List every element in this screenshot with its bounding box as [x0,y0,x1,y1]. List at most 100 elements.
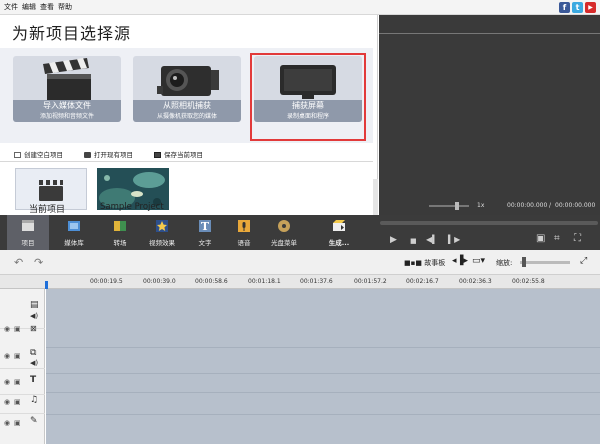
eye-icon[interactable]: ◉ [4,419,10,427]
tile-title: 导入媒体文件 [43,101,91,110]
facebook-icon[interactable]: f [559,2,570,13]
project-actions: 创建空白项目 打开现有项目 保存当前项目 [0,145,373,161]
tab-disc-menu[interactable]: 光盘菜单 [263,215,305,250]
speed-slider-handle[interactable] [455,202,459,210]
youtube-icon[interactable]: ▶ [585,2,596,13]
music-note-icon: ♫ [30,395,39,405]
tab-voice[interactable]: 语音 [223,215,265,250]
project-panel: 为新项目选择源 导入媒体文件 添加视频和音频文件 从照相机捕获 从摄像机获取您的… [0,15,378,231]
fit-timeline-icon[interactable]: ⤢ [580,256,587,266]
track-headers: ▤ ◀) ◉ ▣ ⊠ ◉ ▣ ⧉ ◀) ◉ ▣ T ◉ ▣ ♫ ◉ ▣ ✎ [0,289,45,444]
text-icon: T [199,220,211,233]
lock-icon[interactable]: ▣ [14,352,21,360]
timeline-toolbar: ↶ ↷ ■▪■ 故事板 ◂▐▸ ▭▾ 缩放: ⤢ [0,250,600,275]
eye-icon[interactable]: ◉ [4,325,10,333]
sample-project-label: Sample Project [100,202,164,212]
tile-subtitle: 从摄像机获取您的媒体 [156,113,217,120]
text-icon: T [30,375,37,385]
speed-value: 1x [477,202,485,209]
main-toolbar: 项目 媒体库 转场 视频效果 T 文字 语音 光盘菜单 生成... [0,215,378,250]
action-label: 创建空白项目 [24,151,63,159]
tab-label: 媒体库 [64,239,84,247]
ruler-tick: 00:02:16.7 [406,278,439,285]
page-title: 为新项目选择源 [12,24,132,43]
lock-icon[interactable]: ▣ [14,398,21,406]
tab-video-effects[interactable]: 视频效果 [141,215,183,250]
previous-frame-icon[interactable]: ◀▍ [426,235,438,245]
tab-transitions[interactable]: 转场 [99,215,141,250]
folder-icon [84,152,91,158]
lock-icon[interactable]: ▣ [14,419,21,427]
new-project-button[interactable]: 创建空白项目 [14,149,63,159]
current-project-label: 当前项目 [29,205,66,215]
playhead[interactable] [45,281,48,289]
preview-divider [379,33,600,34]
storyboard-label: 故事板 [424,259,446,267]
document-icon [14,152,21,158]
import-media-tile[interactable]: 导入媒体文件 添加视频和音频文件 [13,56,121,122]
svg-text:T: T [201,220,210,233]
ruler-tick: 00:00:19.5 [90,278,123,285]
menu-help[interactable]: 帮助 [58,2,72,12]
action-label: 打开现有项目 [94,151,133,159]
tab-media-library[interactable]: 媒体库 [53,215,95,250]
ruler-tick: 00:00:39.0 [143,278,176,285]
next-frame-icon[interactable]: ▍▶ [448,235,460,245]
tab-label: 转场 [113,239,127,247]
ruler-tick: 00:00:58.6 [195,278,228,285]
eye-icon[interactable]: ◉ [4,352,10,360]
track-divider [46,414,600,415]
disc-menu-icon [278,220,290,232]
lock-icon[interactable]: ▣ [14,378,21,386]
open-project-button[interactable]: 打开现有项目 [84,149,133,159]
speed-slider[interactable] [429,205,469,207]
menu-edit[interactable]: 编辑 [22,2,36,12]
lock-icon[interactable]: ▣ [14,325,21,333]
redo-icon[interactable]: ↷ [34,256,43,269]
speaker-icon: ◀) [30,359,39,367]
timeline-tracks[interactable] [46,289,600,444]
storyboard-icon: ■▪■ [404,259,425,267]
effects-track-header: ◉ ▣ ⧉ ◀) [0,347,45,369]
video-effects-icon [156,220,168,232]
stop-icon[interactable]: ■ [410,236,417,246]
save-project-button[interactable]: 保存当前项目 [154,149,203,159]
playback-controls: ▶ ■ ◀▍ ▍▶ ▣ ⌗ ⛶ [378,215,600,250]
save-icon [154,152,161,158]
capture-camera-tile[interactable]: 从照相机捕获 从摄像机获取您的媒体 [133,56,241,122]
copy-icon: ⧉ [30,348,37,358]
clapperboard-icon [43,58,91,100]
menu-view[interactable]: 查看 [40,2,54,12]
menu-bar: 文件 编辑 查看 帮助 f t ▶ [0,0,600,15]
snapshot-icon[interactable]: ▣ [536,234,545,244]
microphone-icon [238,220,250,232]
menu-file[interactable]: 文件 [4,2,18,12]
play-icon[interactable]: ▶ [390,235,397,245]
seek-bar[interactable] [380,221,598,225]
tab-project[interactable]: 项目 [7,215,49,250]
eye-icon[interactable]: ◉ [4,378,10,386]
timeline-ruler[interactable]: 00:00:19.5 00:00:39.0 00:00:58.6 00:01:1… [0,275,600,289]
ruler-tick: 00:01:37.6 [300,278,333,285]
undo-icon[interactable]: ↶ [14,256,23,269]
tile-title: 从照相机捕获 [163,101,211,110]
microphone-icon: ✎ [30,416,38,426]
zoom-slider[interactable] [520,261,570,264]
fullscreen-icon[interactable]: ⛶ [574,234,581,244]
camcorder-icon [157,66,219,96]
audio-split-icon[interactable]: ◂▐▸ [452,256,468,266]
selection-highlight [250,53,366,141]
screen-icon[interactable]: ▭▾ [472,256,485,266]
tab-text[interactable]: T 文字 [184,215,226,250]
storyboard-toggle[interactable]: ■▪■ 故事板 [404,258,445,268]
crop-icon[interactable]: ⌗ [554,234,560,244]
zoom-slider-handle[interactable] [522,257,526,267]
twitter-icon[interactable]: t [572,2,583,13]
tab-label: 光盘菜单 [271,239,297,247]
zoom-label: 缩放: [496,259,513,267]
tab-label: 项目 [21,239,35,247]
eye-icon[interactable]: ◉ [4,398,10,406]
ruler-tick: 00:02:55.8 [512,278,545,285]
produce-button[interactable]: 生成... [318,215,360,250]
ruler-tick: 00:01:18.1 [248,278,281,285]
